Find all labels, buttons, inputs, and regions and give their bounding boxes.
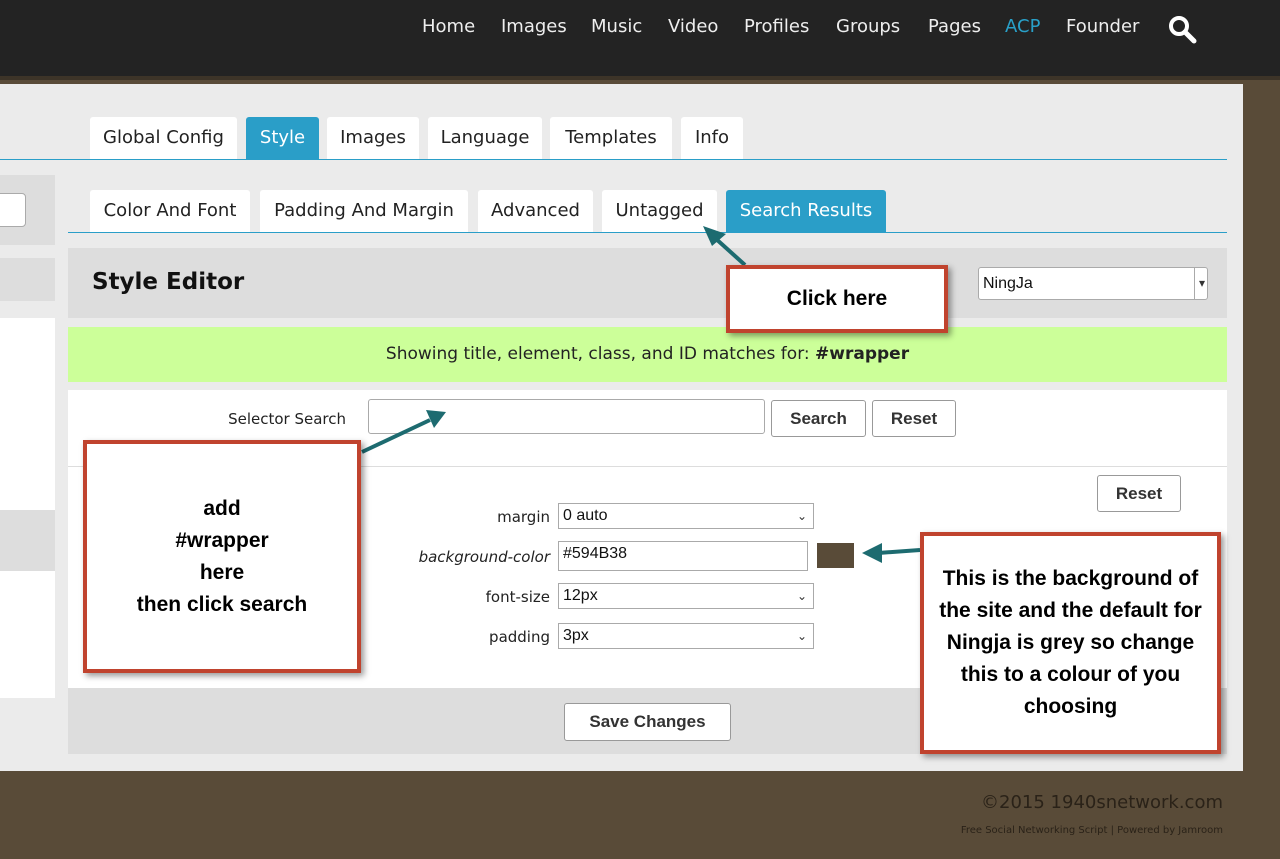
annotation-click-here: Click here bbox=[726, 265, 948, 333]
arrow-to-selector bbox=[361, 418, 431, 454]
annotation-add-wrapper: add #wrapper here then click search bbox=[83, 440, 361, 673]
footer-powered[interactable]: Free Social Networking Script | Powered … bbox=[961, 825, 1223, 836]
arrow-to-swatch bbox=[877, 548, 921, 555]
annotation-background-note: This is the background of the site and t… bbox=[920, 532, 1221, 754]
arrow-to-untagged bbox=[713, 236, 747, 267]
footer-copyright: ©2015 1940snetwork.com bbox=[981, 792, 1223, 813]
note-line: here bbox=[199, 560, 245, 584]
note-line: then click search bbox=[136, 592, 308, 616]
note-line: #wrapper bbox=[175, 528, 269, 552]
note-line: add bbox=[203, 496, 241, 520]
